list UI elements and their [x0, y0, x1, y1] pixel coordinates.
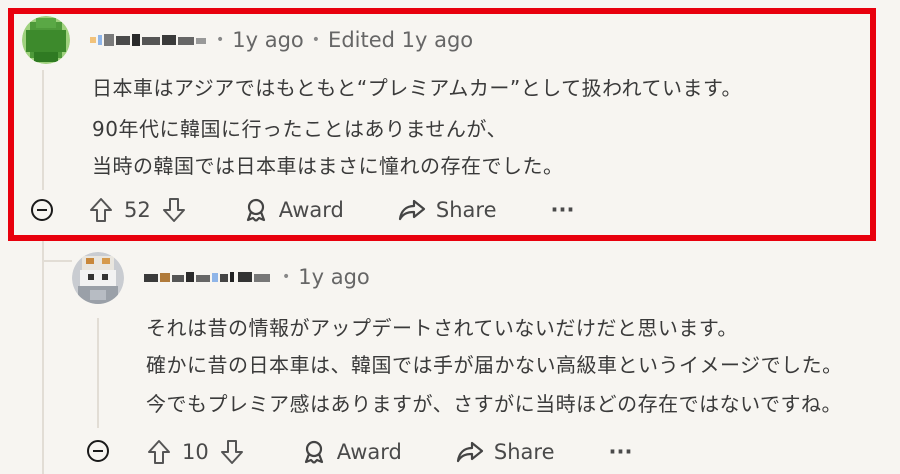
more-options-button[interactable]: ··· — [609, 440, 633, 464]
avatar-image — [72, 252, 124, 304]
thread-connector — [42, 260, 72, 262]
vote-group: 10 — [146, 438, 245, 466]
share-icon — [456, 440, 484, 464]
vote-count: 10 — [182, 440, 209, 464]
comment-text-line: それは昔の情報がアップデートされていないだけだと思います。 — [146, 316, 738, 340]
share-label: Share — [493, 440, 555, 464]
award-label: Award — [336, 440, 402, 464]
award-button[interactable]: Award — [301, 439, 402, 465]
separator-dot: • — [282, 269, 291, 285]
comment-actions: 10 Award Share ··· — [146, 436, 632, 468]
thread-line — [42, 238, 44, 474]
comment-text-line: 確かに昔の日本車は、韓国では手が届かない高級車というイメージでした。 — [146, 353, 843, 377]
upvote-icon[interactable] — [146, 438, 172, 466]
award-icon — [301, 439, 327, 465]
username-blurred[interactable] — [144, 270, 274, 284]
thread-line — [97, 318, 99, 428]
share-button[interactable]: Share — [456, 440, 555, 464]
highlight-box — [8, 8, 876, 241]
avatar[interactable] — [72, 252, 124, 304]
blurred-username-image — [144, 272, 270, 282]
downvote-icon[interactable] — [219, 438, 245, 466]
comment-text-line: 今でもプレミア感はありますが、さすがに当時ほどの存在ではないですね。 — [146, 392, 842, 416]
comment-meta: • 1y ago — [144, 265, 370, 289]
collapse-thread-button[interactable] — [87, 440, 109, 462]
timestamp[interactable]: 1y ago — [298, 265, 370, 289]
more-icon: ··· — [608, 440, 633, 464]
